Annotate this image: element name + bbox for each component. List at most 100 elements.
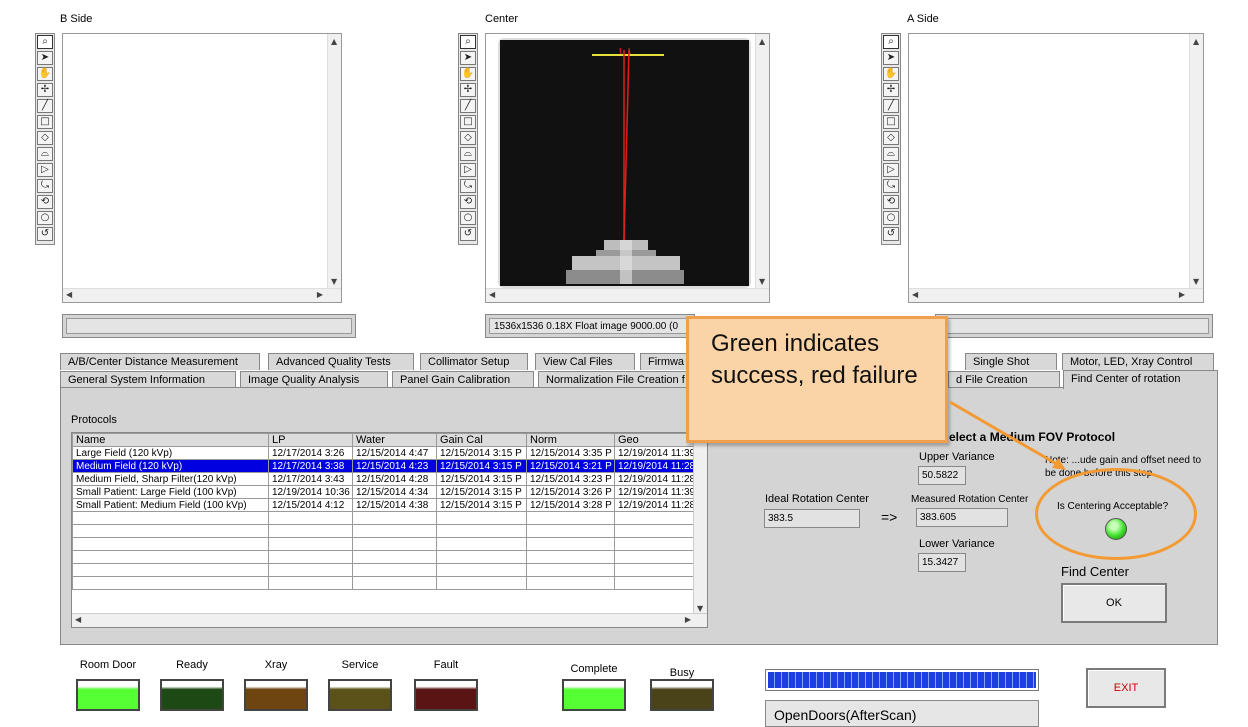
rotated-rectangle-icon[interactable]: ◇ — [460, 131, 476, 145]
line-icon[interactable]: ╱ — [883, 99, 899, 113]
table-cell: 12/15/2014 4:23 — [352, 459, 437, 473]
tab-ab-center-distance[interactable]: A/B/Center Distance Measurement — [60, 353, 260, 370]
pointer-icon[interactable]: ➤ — [460, 51, 476, 65]
tab-panel-gain-calibration[interactable]: Panel Gain Calibration — [392, 371, 534, 388]
spiral-icon[interactable]: ↺ — [37, 227, 53, 241]
tab-general-system-info[interactable]: General System Information — [60, 371, 236, 388]
center-image-view[interactable]: ▲ ▼ ◀ — [485, 33, 770, 303]
vertical-scrollbar[interactable]: ▲ ▼ — [327, 34, 341, 288]
pan-icon[interactable]: ✋ — [883, 67, 899, 81]
zoom-icon[interactable]: ⌕ — [37, 35, 53, 49]
rectangle-icon[interactable]: □ — [37, 115, 53, 129]
rectangle-icon[interactable]: □ — [883, 115, 899, 129]
column-header[interactable]: Gain Cal — [436, 433, 527, 447]
exit-button[interactable]: EXIT — [1086, 668, 1166, 708]
annulus-icon[interactable]: ⌓ — [460, 147, 476, 161]
a-side-image-view[interactable]: ▲ ▼ ◀ ▶ — [908, 33, 1204, 303]
tab-single-shot[interactable]: Single Shot — [965, 353, 1057, 370]
table-row[interactable] — [72, 576, 698, 590]
tab-image-quality-analysis[interactable]: Image Quality Analysis — [240, 371, 388, 388]
measured-rotation-center-field[interactable]: 383.605 — [916, 508, 1008, 527]
table-cell — [352, 550, 437, 564]
crosshair-icon[interactable]: ✢ — [460, 83, 476, 97]
vertical-scrollbar[interactable]: ▲ ▼ — [755, 34, 769, 288]
table-cell: 12/19/2014 11:28 — [614, 472, 698, 486]
horizontal-scrollbar[interactable]: ◀ ▶ — [909, 288, 1203, 302]
table-row[interactable]: Small Patient: Large Field (100 kVp) 12/1… — [72, 485, 698, 499]
tab-advanced-quality-tests[interactable]: Advanced Quality Tests — [268, 353, 414, 370]
indicator-label: Fault — [433, 659, 459, 671]
oval-icon[interactable]: ○ — [460, 211, 476, 225]
table-vertical-scrollbar[interactable]: ▼ — [693, 433, 707, 615]
tab-firmware[interactable]: Firmwa — [640, 353, 690, 370]
column-header[interactable]: Water — [352, 433, 437, 447]
table-row[interactable]: Medium Field, Sharp Filter(120 kVp) 12/17… — [72, 472, 698, 486]
horizontal-scrollbar[interactable]: ◀ — [486, 288, 769, 302]
protocols-table[interactable]: Name LP Water Gain Cal Norm Geo Large Field (1… — [71, 432, 708, 628]
xray-image-graphic — [500, 40, 749, 286]
broken-line-icon[interactable]: ⟲ — [460, 195, 476, 209]
tab-normalization-file-creation[interactable]: Normalization File Creation f — [538, 371, 688, 388]
broken-line-icon[interactable]: ⟲ — [37, 195, 53, 209]
broken-line-icon[interactable]: ⟲ — [883, 195, 899, 209]
pan-icon[interactable]: ✋ — [37, 67, 53, 81]
table-row[interactable] — [72, 550, 698, 564]
ideal-rotation-center-field[interactable]: 383.5 — [764, 509, 860, 528]
polygon-icon[interactable]: ▷ — [37, 163, 53, 177]
find-center-ok-button[interactable]: OK — [1061, 583, 1167, 623]
line-icon[interactable]: ╱ — [460, 99, 476, 113]
table-row[interactable]: Large Field (120 kVp) 12/17/2014 3:26 12/1… — [72, 446, 698, 460]
table-row[interactable]: Medium Field (120 kVp) 12/17/2014 3:38 12/… — [72, 459, 698, 473]
tab-collimator-setup[interactable]: Collimator Setup — [420, 353, 528, 370]
table-cell: 12/15/2014 3:15 P — [436, 446, 527, 460]
pointer-icon[interactable]: ➤ — [37, 51, 53, 65]
table-horizontal-scrollbar[interactable]: ◀ ▶ — [72, 613, 707, 627]
table-row[interactable] — [72, 563, 698, 577]
oval-icon[interactable]: ○ — [37, 211, 53, 225]
table-cell: 12/19/2014 11:39 — [614, 446, 698, 460]
polygon-icon[interactable]: ▷ — [883, 163, 899, 177]
freehand-icon[interactable]: ⤿ — [883, 179, 899, 193]
polygon-icon[interactable]: ▷ — [460, 163, 476, 177]
spiral-icon[interactable]: ↺ — [883, 227, 899, 241]
freehand-icon[interactable]: ⤿ — [460, 179, 476, 193]
vertical-scrollbar[interactable]: ▲ ▼ — [1189, 34, 1203, 288]
table-row[interactable] — [72, 537, 698, 551]
tab-file-creation[interactable]: d File Creation — [948, 371, 1060, 388]
oval-icon[interactable]: ○ — [883, 211, 899, 225]
table-row[interactable]: Small Patient: Medium Field (100 kVp) 12/… — [72, 498, 698, 512]
freehand-icon[interactable]: ⤿ — [37, 179, 53, 193]
lower-variance-label: Lower Variance — [919, 538, 995, 550]
column-header[interactable]: LP — [268, 433, 353, 447]
tab-motor-led-xray[interactable]: Motor, LED, Xray Control — [1062, 353, 1214, 370]
column-header[interactable]: Name — [72, 433, 269, 447]
crosshair-icon[interactable]: ✢ — [883, 83, 899, 97]
pointer-icon[interactable]: ➤ — [883, 51, 899, 65]
table-row[interactable] — [72, 511, 698, 525]
spiral-icon[interactable]: ↺ — [460, 227, 476, 241]
highlight-ellipse — [1035, 468, 1197, 560]
tab-find-center-of-rotation[interactable]: Find Center of rotation — [1063, 370, 1218, 389]
table-cell — [72, 537, 269, 551]
crosshair-icon[interactable]: ✢ — [37, 83, 53, 97]
rectangle-icon[interactable]: □ — [460, 115, 476, 129]
line-icon[interactable]: ╱ — [37, 99, 53, 113]
rotated-rectangle-icon[interactable]: ◇ — [37, 131, 53, 145]
rotated-rectangle-icon[interactable]: ◇ — [883, 131, 899, 145]
table-cell: Small Patient: Large Field (100 kVp) — [72, 485, 269, 499]
table-row[interactable] — [72, 524, 698, 538]
column-header[interactable]: Norm — [526, 433, 615, 447]
annulus-icon[interactable]: ⌓ — [883, 147, 899, 161]
zoom-icon[interactable]: ⌕ — [460, 35, 476, 49]
table-cell — [526, 576, 615, 590]
horizontal-scrollbar[interactable]: ◀ ▶ — [63, 288, 341, 302]
lower-variance-field[interactable]: 15.3427 — [918, 553, 966, 572]
table-cell — [352, 576, 437, 590]
pan-icon[interactable]: ✋ — [460, 67, 476, 81]
table-cell: Small Patient: Medium Field (100 kVp) — [72, 498, 269, 512]
annulus-icon[interactable]: ⌓ — [37, 147, 53, 161]
zoom-icon[interactable]: ⌕ — [883, 35, 899, 49]
b-side-image-view[interactable]: ▲ ▼ ◀ ▶ — [62, 33, 342, 303]
tab-view-cal-files[interactable]: View Cal Files — [535, 353, 635, 370]
table-cell — [526, 550, 615, 564]
